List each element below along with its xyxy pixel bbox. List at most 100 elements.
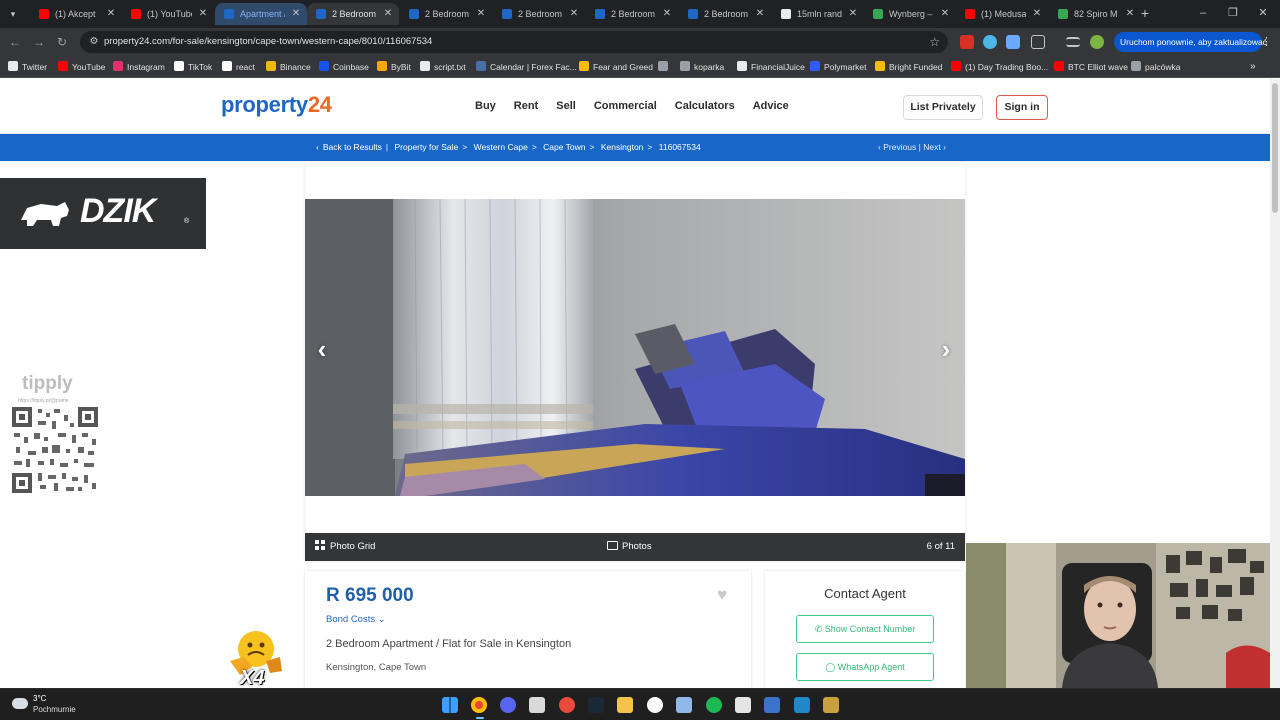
close-tab-icon[interactable]: ✕ (289, 3, 303, 25)
scrollbar-thumb[interactable] (1272, 83, 1278, 213)
property24-logo[interactable]: property24 (221, 92, 332, 118)
new-tab-button[interactable]: + (1136, 4, 1154, 22)
whatsapp-agent-button[interactable]: ◯ WhatsApp Agent (796, 653, 934, 681)
bookmark-item[interactable]: react (222, 56, 255, 78)
more-bookmarks-icon[interactable]: » (1250, 56, 1256, 78)
browser-tab[interactable]: 82 Spiro M ✕ (1049, 3, 1141, 25)
close-tab-icon[interactable]: ✕ (753, 3, 767, 25)
browser-menu-icon[interactable]: ⋮ (1261, 32, 1272, 52)
bookmark-item[interactable]: koparka (680, 56, 724, 78)
file-explorer-icon[interactable] (617, 697, 633, 713)
extensions-puzzle-icon[interactable] (1031, 35, 1045, 49)
close-window-icon[interactable]: ✕ (1252, 4, 1274, 22)
browser-tab[interactable]: 2 Bedroom A ✕ (493, 3, 585, 25)
reload-icon[interactable]: ↻ (53, 33, 71, 51)
browser-tab[interactable]: Wynberg – M ✕ (864, 3, 956, 25)
app-icon[interactable] (676, 697, 692, 713)
forward-icon[interactable]: → (30, 33, 48, 51)
browser-tab[interactable]: (1) YouTube ✕ (122, 3, 214, 25)
bookmark-item[interactable]: Polymarket (810, 56, 867, 78)
close-tab-icon[interactable]: ✕ (846, 3, 860, 25)
close-tab-icon[interactable]: ✕ (1030, 3, 1044, 25)
steam-icon[interactable] (588, 697, 604, 713)
bookmark-item[interactable]: TikTok (174, 56, 212, 78)
windows-start-icon[interactable] (442, 697, 458, 713)
close-tab-icon[interactable]: ✕ (1123, 3, 1137, 25)
bookmark-item[interactable]: BTC Elliot wave (1054, 56, 1128, 78)
previous-photo-arrow-icon[interactable]: ‹ (312, 336, 332, 362)
show-contact-number-button[interactable]: ✆ Show Contact Number (796, 615, 934, 643)
bookmark-item[interactable]: Fear and Greed (579, 56, 653, 78)
extension-icon[interactable] (1006, 35, 1020, 49)
cloud-icon[interactable] (12, 698, 28, 709)
bookmark-item[interactable]: ByBit (377, 56, 411, 78)
listing-photo[interactable] (305, 199, 965, 496)
bookmark-item[interactable]: Bright Funded (875, 56, 942, 78)
next-listing-link[interactable]: Next (923, 142, 940, 152)
bookmark-item[interactable]: FinancialJuice (737, 56, 805, 78)
spotify-icon[interactable] (706, 697, 722, 713)
dzik-banner-ad[interactable]: DZIK ® (0, 178, 206, 249)
photo-grid-button[interactable]: Photo Grid (315, 533, 375, 561)
nav-buy[interactable]: Buy (475, 79, 496, 134)
nav-rent[interactable]: Rent (514, 79, 538, 134)
close-tab-icon[interactable]: ✕ (381, 3, 395, 25)
update-browser-button[interactable]: Uruchom ponownie, aby zaktualizować (1114, 32, 1267, 52)
bookmark-item[interactable]: Twitter (8, 56, 47, 78)
app-icon[interactable] (764, 697, 780, 713)
breadcrumb-property-for-sale[interactable]: Property for Sale (395, 142, 459, 152)
bookmark-item[interactable]: Instagram (113, 56, 165, 78)
bookmark-item[interactable] (658, 56, 672, 78)
list-privately-button[interactable]: List Privately (903, 95, 983, 120)
app-icon[interactable] (735, 697, 751, 713)
browser-tab[interactable]: 2 Bedroom A ✕ (307, 3, 399, 25)
tab-search-icon[interactable]: ▾ (4, 5, 22, 23)
page-scrollbar[interactable] (1270, 79, 1280, 688)
back-icon[interactable]: ← (6, 33, 24, 51)
nav-calculators[interactable]: Calculators (675, 79, 735, 134)
photos-button[interactable]: Photos (607, 533, 652, 561)
bookmark-item[interactable]: YouTube (58, 56, 105, 78)
sign-in-button[interactable]: Sign in (996, 95, 1048, 120)
favourite-heart-icon[interactable]: ♥ (712, 586, 732, 604)
browser-tab[interactable]: 2 Bedroom A ✕ (400, 3, 492, 25)
close-tab-icon[interactable]: ✕ (938, 3, 952, 25)
app-icon[interactable] (647, 697, 663, 713)
bookmark-item[interactable]: Binance (266, 56, 311, 78)
extension-icon[interactable] (983, 35, 997, 49)
next-photo-arrow-icon[interactable]: › (936, 336, 956, 362)
close-tab-icon[interactable]: ✕ (474, 3, 488, 25)
chrome-icon[interactable] (471, 697, 487, 713)
profile-avatar[interactable] (1090, 35, 1104, 49)
app-icon[interactable] (823, 697, 839, 713)
bookmark-item[interactable]: Calendar | Forex Fac... (476, 56, 577, 78)
close-tab-icon[interactable]: ✕ (196, 3, 210, 25)
bookmark-item[interactable]: (1) Day Trading Boo... (951, 56, 1048, 78)
nav-sell[interactable]: Sell (556, 79, 576, 134)
previous-listing-link[interactable]: Previous (883, 142, 916, 152)
address-bar[interactable]: ⚙ property24.com/for-sale/kensington/cap… (80, 31, 948, 53)
breadcrumb-kensington[interactable]: Kensington (601, 142, 644, 152)
browser-tab[interactable]: Apartment / ✕ (215, 3, 307, 25)
app-icon[interactable] (559, 697, 575, 713)
browser-tab[interactable]: (1) Akcept ✕ (30, 3, 122, 25)
weather-temperature[interactable]: 3°C (33, 694, 46, 703)
breadcrumb-western-cape[interactable]: Western Cape (474, 142, 528, 152)
nav-advice[interactable]: Advice (753, 79, 789, 134)
bookmark-item[interactable]: Coinbase (319, 56, 369, 78)
browser-tab[interactable]: 15mln rand ✕ (772, 3, 864, 25)
weather-condition[interactable]: Pochmurnie (33, 705, 76, 714)
browser-tab[interactable]: 2 Bedroom A ✕ (679, 3, 771, 25)
bookmark-item[interactable]: palcówka (1131, 56, 1180, 78)
bond-costs-toggle[interactable]: Bond Costs ⌄ (326, 614, 386, 625)
app-icon[interactable] (794, 697, 810, 713)
close-tab-icon[interactable]: ✕ (567, 3, 581, 25)
minimize-icon[interactable]: – (1192, 4, 1214, 22)
restore-icon[interactable]: ❐ (1222, 4, 1244, 22)
browser-tab[interactable]: 2 Bedroom A ✕ (586, 3, 678, 25)
back-to-results-link[interactable]: Back to Results (323, 142, 382, 152)
nav-commercial[interactable]: Commercial (594, 79, 657, 134)
extension-icon[interactable] (960, 35, 974, 49)
app-icon[interactable] (529, 697, 545, 713)
browser-tab[interactable]: (1) Medusa ✕ (956, 3, 1048, 25)
